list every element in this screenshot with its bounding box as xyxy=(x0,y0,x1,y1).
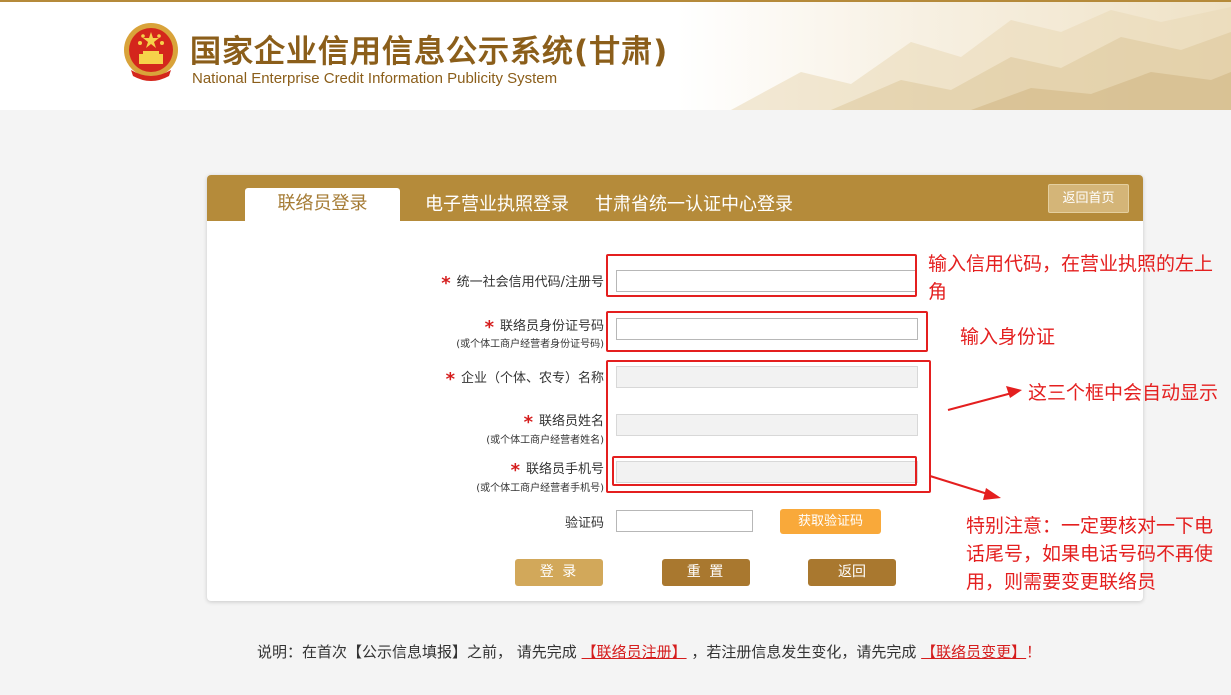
site-header: 国家企业信用信息公示系统(甘肃) National Enterprise Cre… xyxy=(0,2,1231,110)
verify-code-input[interactable] xyxy=(616,510,753,532)
contact-name-sublabel: (或个体工商户经营者姓名) xyxy=(486,435,604,446)
verify-code-label: 验证码 xyxy=(564,516,604,531)
back-button[interactable]: 返回 xyxy=(808,559,896,586)
login-button[interactable]: 登 录 xyxy=(515,559,603,586)
site-subtitle: National Enterprise Credit Information P… xyxy=(192,70,558,87)
tab-gansu-auth-login[interactable]: 甘肃省统一认证中心登录 xyxy=(595,189,793,221)
annotation-id-number: 输入身份证 xyxy=(960,326,1056,348)
national-emblem-icon xyxy=(124,23,178,81)
required-star: * xyxy=(441,273,451,294)
instruction-note: 说明：在首次【公示信息填报】之前， 请先完成 【联络员注册】 ，若注册信息发生变… xyxy=(257,643,1042,661)
annotation-credit-code: 输入信用代码，在营业执照的左上角 xyxy=(928,253,1214,303)
annotation-box-id-number xyxy=(606,311,928,352)
mountain-background-image xyxy=(731,7,1231,110)
credit-code-label: * 统一社会信用代码/注册号 xyxy=(441,273,604,294)
contact-name-label: * 联络员姓名 xyxy=(523,412,604,433)
contact-phone-sublabel: (或个体工商户经营者手机号) xyxy=(476,483,604,494)
tab-e-license-login[interactable]: 电子营业执照登录 xyxy=(425,189,569,221)
required-star: * xyxy=(445,369,455,390)
tab-contact-login[interactable]: 联络员登录 xyxy=(245,188,400,221)
annotation-box-phone xyxy=(612,456,917,486)
company-name-label: * 企业（个体、农专）名称 xyxy=(445,369,604,390)
annotation-phone-note: 特别注意：一定要核对一下电话尾号，如果电话号码不再使用，则需要变更联络员 xyxy=(966,515,1214,593)
reset-button[interactable]: 重 置 xyxy=(662,559,750,586)
get-verify-code-button[interactable]: 获取验证码 xyxy=(780,509,881,534)
annotation-auto-fill: 这三个框中会自动显示 xyxy=(1028,382,1219,404)
tab-bar: 联络员登录 电子营业执照登录 甘肃省统一认证中心登录 返回首页 xyxy=(207,175,1143,221)
id-number-sublabel: (或个体工商户经营者身份证号码) xyxy=(456,339,604,350)
required-star: * xyxy=(510,460,520,481)
contact-change-link[interactable]: 【联络员变更】 xyxy=(921,643,1026,661)
return-home-button[interactable]: 返回首页 xyxy=(1048,184,1129,213)
contact-register-link[interactable]: 【联络员注册】 xyxy=(582,643,687,661)
required-star: * xyxy=(523,412,533,433)
site-title: 国家企业信用信息公示系统(甘肃) xyxy=(190,34,669,70)
annotation-box-credit-code xyxy=(606,254,917,297)
contact-phone-label: * 联络员手机号 xyxy=(510,460,604,481)
